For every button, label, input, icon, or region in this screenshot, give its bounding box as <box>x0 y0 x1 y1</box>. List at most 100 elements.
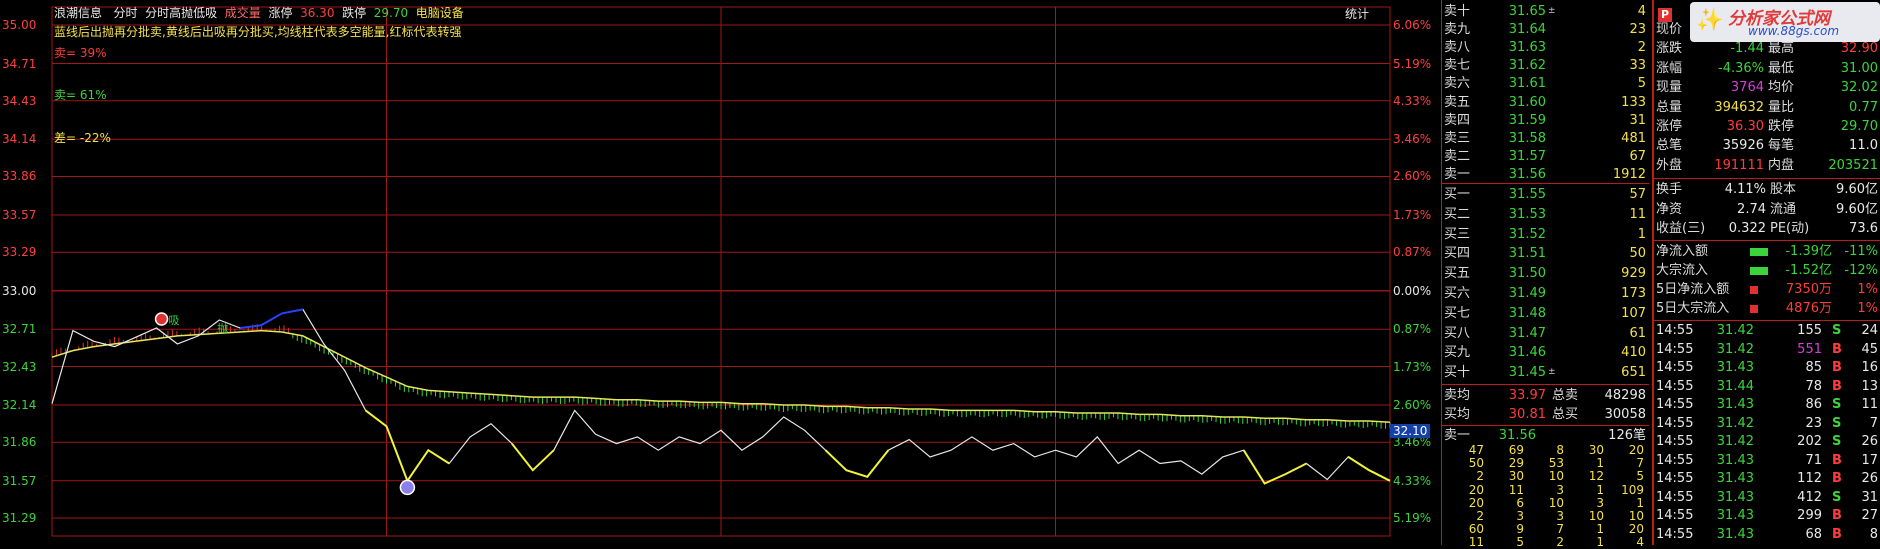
queue-row: 50 29 53 1 7 <box>1442 457 1649 470</box>
tick-trade-row[interactable]: 14:55 31.43 112 B 26 <box>1654 470 1880 488</box>
order-book-row[interactable]: 买四 31.51 50 <box>1442 244 1649 263</box>
quote-stat-row: 总量 394632 量比 0.77 <box>1654 98 1880 117</box>
order-book-row[interactable]: 买六 31.49 173 <box>1442 284 1649 303</box>
stock-info-panel: ✨ 分析家公式网 www.88gs.com P 现价 涨跌 -1.44 最高 32.90… <box>1652 0 1880 545</box>
trade-time: 14:55 <box>1656 452 1694 468</box>
trade-time: 14:55 <box>1656 360 1694 375</box>
diff-ratio: 差= -22% <box>54 131 111 145</box>
level-label: 买四 <box>1444 246 1471 262</box>
tick-trade-row[interactable]: 14:55 31.42 551 B 45 <box>1654 341 1880 359</box>
order-book-row[interactable]: 卖三 31.58 481 <box>1442 129 1649 148</box>
queue-row: 47 69 8 30 20 <box>1442 444 1649 457</box>
trade-time: 14:55 <box>1656 489 1694 505</box>
trade-volume: 551 <box>1797 341 1822 357</box>
level-volume: 11 <box>1629 206 1646 222</box>
strengthen-marker-icon <box>154 312 169 326</box>
order-book-row[interactable]: 卖八 31.63 2 <box>1442 38 1649 57</box>
order-book-row[interactable]: 买一 31.55 57 <box>1442 185 1649 204</box>
tick-trade-row[interactable]: 14:55 31.43 299 B 27 <box>1654 507 1880 525</box>
order-book-row[interactable]: 买七 31.48 107 <box>1442 304 1649 323</box>
quote-stat-row: 外盘 191111 内盘 203521 <box>1654 156 1880 175</box>
level-label: 买二 <box>1444 206 1471 222</box>
volume-label[interactable]: 成交量 <box>225 6 261 20</box>
trade-count: 7 <box>1869 415 1878 431</box>
trade-count: 13 <box>1861 378 1878 394</box>
trade-volume: 86 <box>1805 397 1822 412</box>
percent-tick-label: 3.46% <box>1393 132 1432 147</box>
level-price: 31.56 <box>1508 166 1546 182</box>
order-book-row[interactable]: 买二 31.53 11 <box>1442 205 1649 224</box>
tick-trade-row[interactable]: 14:55 31.43 86 S 11 <box>1654 396 1880 414</box>
stat-label: 涨幅 <box>1656 60 1683 76</box>
tick-trade-row[interactable]: 14:55 31.43 71 B 17 <box>1654 452 1880 470</box>
stat-label: 量比 <box>1768 99 1795 115</box>
price-tick-label: 34.71 <box>2 56 37 71</box>
fundamental-row: 换手 4.11% 股本 9.60亿 <box>1654 180 1880 199</box>
trade-price: 31.43 <box>1716 526 1754 542</box>
trade-count: 17 <box>1861 452 1878 468</box>
stat-label: 总量 <box>1656 99 1683 115</box>
level-price: 31.49 <box>1508 286 1546 301</box>
quote-stat-row: 现价 <box>1654 20 1880 39</box>
intraday-chart[interactable]: 吸抛 <box>0 0 1441 545</box>
stat-value: 4.11% <box>1724 182 1766 197</box>
level-price: 31.45 <box>1508 365 1546 381</box>
stat-label: 每笔 <box>1768 138 1795 154</box>
order-book-row[interactable]: 卖四 31.59 31 <box>1442 111 1649 130</box>
tick-trade-row[interactable]: 14:55 31.43 68 B 8 <box>1654 526 1880 544</box>
order-book-row[interactable]: 卖六 31.61 5 <box>1442 74 1649 93</box>
tick-trade-row[interactable]: 14:55 31.42 23 S 7 <box>1654 415 1880 433</box>
level-volume: 61 <box>1629 325 1646 341</box>
flow-bar <box>1750 267 1768 275</box>
yellow-dip-segment <box>364 409 450 483</box>
level-volume: 107 <box>1621 305 1646 321</box>
price-tick-label: 34.14 <box>2 132 37 147</box>
tick-trade-row[interactable]: 14:55 31.42 202 S 26 <box>1654 433 1880 451</box>
order-book-row[interactable]: 卖十 31.65 ±4 <box>1442 2 1649 21</box>
tick-trade-row[interactable]: 14:55 31.43 412 S 31 <box>1654 489 1880 507</box>
order-book-row[interactable]: 买三 31.52 1 <box>1442 225 1649 244</box>
tick-trade-row[interactable]: 14:55 31.44 78 B 13 <box>1654 378 1880 396</box>
order-book-row[interactable]: 卖五 31.60 133 <box>1442 93 1649 112</box>
order-book-row[interactable]: 买五 31.50 929 <box>1442 264 1649 283</box>
order-book-row[interactable]: 卖一 31.56 1912 <box>1442 165 1649 184</box>
tab-intraday[interactable]: 分时 <box>113 6 137 20</box>
queue-cell: 2 <box>1556 535 1564 549</box>
queue-cell: 3 <box>1556 482 1564 497</box>
indicator-name[interactable]: 分时高抛低吸 <box>145 6 217 20</box>
tick-trade-row[interactable]: 14:55 31.42 155 S 24 <box>1654 322 1880 340</box>
queue-cell: 29 <box>1508 456 1524 471</box>
queue-cell: 1 <box>1596 482 1604 497</box>
trade-side: S <box>1832 323 1842 338</box>
trade-side: B <box>1832 341 1842 357</box>
stats-button[interactable]: 统计 <box>1345 7 1369 21</box>
percent-tick-label: 6.06% <box>1393 18 1432 32</box>
percent-tick-label: 0.87% <box>1393 322 1432 337</box>
queue-cell: 6 <box>1516 495 1524 510</box>
yellow-dip-segment <box>824 449 890 478</box>
stat-value: 9.60亿 <box>1836 182 1878 197</box>
order-book-row[interactable]: 卖七 31.62 33 <box>1442 56 1649 75</box>
level-price: 31.65 <box>1508 4 1546 19</box>
order-book-row[interactable]: 卖二 31.57 67 <box>1442 147 1649 166</box>
order-book-row[interactable]: 买八 31.47 61 <box>1442 324 1649 343</box>
queue-cell: 10 <box>1588 509 1604 523</box>
trade-count: 45 <box>1861 341 1878 357</box>
level-volume: 31 <box>1629 112 1646 128</box>
queue-cell: 12 <box>1588 469 1604 484</box>
stat-value: 36.30 <box>1726 119 1764 134</box>
order-book-row[interactable]: 买九 31.46 410 <box>1442 343 1649 362</box>
tick-trade-row[interactable]: 14:55 31.43 85 B 16 <box>1654 359 1880 377</box>
trade-price: 31.42 <box>1716 434 1754 449</box>
trade-side: B <box>1832 378 1842 394</box>
queue-row: 11 5 2 1 4 <box>1442 536 1649 549</box>
stat-label: 流通 <box>1770 201 1797 217</box>
order-book-row[interactable]: 买十 31.45 ±651 <box>1442 363 1649 382</box>
order-book-row[interactable]: 卖九 31.64 23 <box>1442 20 1649 39</box>
quote-stat-row: 涨幅 -4.36% 最低 31.00 <box>1654 59 1880 78</box>
stock-name[interactable]: 浪潮信息 <box>54 6 102 20</box>
queue-cell: 20 <box>1628 522 1644 537</box>
trade-time: 14:55 <box>1656 323 1694 338</box>
stat-label: 现价 <box>1656 22 1683 37</box>
quote-stat-row: 现量 3764 均价 32.02 <box>1654 78 1880 97</box>
